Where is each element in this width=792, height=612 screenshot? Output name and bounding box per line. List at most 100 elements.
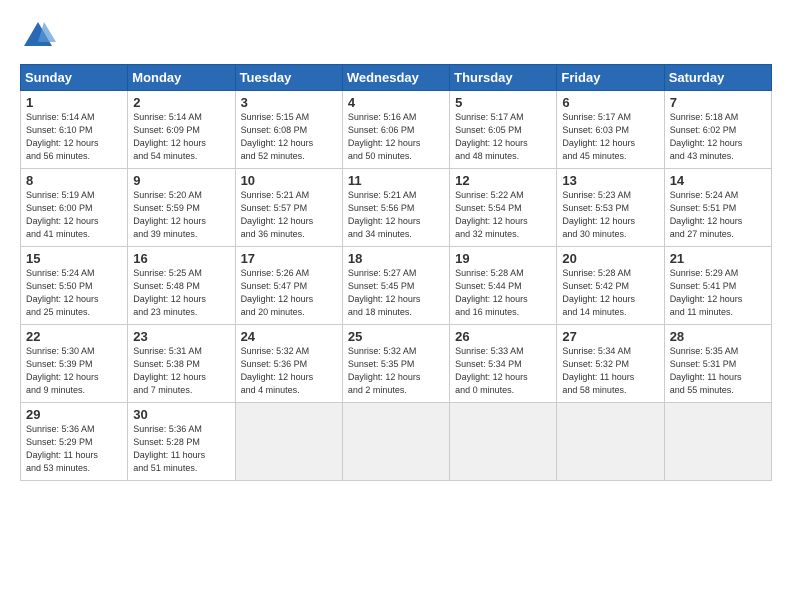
calendar-row: 29Sunrise: 5:36 AM Sunset: 5:29 PM Dayli… <box>21 403 772 481</box>
calendar-cell: 29Sunrise: 5:36 AM Sunset: 5:29 PM Dayli… <box>21 403 128 481</box>
calendar-row: 1Sunrise: 5:14 AM Sunset: 6:10 PM Daylig… <box>21 91 772 169</box>
day-number: 9 <box>133 173 230 188</box>
weekday-friday: Friday <box>557 65 664 91</box>
day-number: 12 <box>455 173 552 188</box>
calendar-cell: 9Sunrise: 5:20 AM Sunset: 5:59 PM Daylig… <box>128 169 235 247</box>
day-info: Sunrise: 5:23 AM Sunset: 5:53 PM Dayligh… <box>562 189 659 241</box>
day-info: Sunrise: 5:26 AM Sunset: 5:47 PM Dayligh… <box>241 267 338 319</box>
day-info: Sunrise: 5:36 AM Sunset: 5:28 PM Dayligh… <box>133 423 230 475</box>
day-info: Sunrise: 5:14 AM Sunset: 6:10 PM Dayligh… <box>26 111 123 163</box>
weekday-thursday: Thursday <box>450 65 557 91</box>
calendar-row: 22Sunrise: 5:30 AM Sunset: 5:39 PM Dayli… <box>21 325 772 403</box>
calendar-cell: 15Sunrise: 5:24 AM Sunset: 5:50 PM Dayli… <box>21 247 128 325</box>
day-info: Sunrise: 5:21 AM Sunset: 5:56 PM Dayligh… <box>348 189 445 241</box>
calendar-row: 15Sunrise: 5:24 AM Sunset: 5:50 PM Dayli… <box>21 247 772 325</box>
day-info: Sunrise: 5:24 AM Sunset: 5:51 PM Dayligh… <box>670 189 767 241</box>
calendar-row: 8Sunrise: 5:19 AM Sunset: 6:00 PM Daylig… <box>21 169 772 247</box>
calendar-cell: 13Sunrise: 5:23 AM Sunset: 5:53 PM Dayli… <box>557 169 664 247</box>
weekday-wednesday: Wednesday <box>342 65 449 91</box>
calendar-cell <box>664 403 771 481</box>
day-info: Sunrise: 5:32 AM Sunset: 5:35 PM Dayligh… <box>348 345 445 397</box>
day-number: 17 <box>241 251 338 266</box>
day-info: Sunrise: 5:24 AM Sunset: 5:50 PM Dayligh… <box>26 267 123 319</box>
day-number: 21 <box>670 251 767 266</box>
calendar-cell: 2Sunrise: 5:14 AM Sunset: 6:09 PM Daylig… <box>128 91 235 169</box>
day-number: 8 <box>26 173 123 188</box>
day-info: Sunrise: 5:14 AM Sunset: 6:09 PM Dayligh… <box>133 111 230 163</box>
day-number: 18 <box>348 251 445 266</box>
day-info: Sunrise: 5:29 AM Sunset: 5:41 PM Dayligh… <box>670 267 767 319</box>
day-number: 29 <box>26 407 123 422</box>
day-number: 30 <box>133 407 230 422</box>
day-info: Sunrise: 5:20 AM Sunset: 5:59 PM Dayligh… <box>133 189 230 241</box>
day-info: Sunrise: 5:27 AM Sunset: 5:45 PM Dayligh… <box>348 267 445 319</box>
weekday-header-row: SundayMondayTuesdayWednesdayThursdayFrid… <box>21 65 772 91</box>
day-info: Sunrise: 5:22 AM Sunset: 5:54 PM Dayligh… <box>455 189 552 241</box>
day-info: Sunrise: 5:31 AM Sunset: 5:38 PM Dayligh… <box>133 345 230 397</box>
day-info: Sunrise: 5:28 AM Sunset: 5:44 PM Dayligh… <box>455 267 552 319</box>
calendar-cell: 12Sunrise: 5:22 AM Sunset: 5:54 PM Dayli… <box>450 169 557 247</box>
day-number: 26 <box>455 329 552 344</box>
calendar-cell: 21Sunrise: 5:29 AM Sunset: 5:41 PM Dayli… <box>664 247 771 325</box>
day-number: 28 <box>670 329 767 344</box>
calendar-cell: 6Sunrise: 5:17 AM Sunset: 6:03 PM Daylig… <box>557 91 664 169</box>
day-number: 2 <box>133 95 230 110</box>
day-info: Sunrise: 5:17 AM Sunset: 6:05 PM Dayligh… <box>455 111 552 163</box>
day-number: 20 <box>562 251 659 266</box>
calendar-cell: 18Sunrise: 5:27 AM Sunset: 5:45 PM Dayli… <box>342 247 449 325</box>
calendar-cell: 24Sunrise: 5:32 AM Sunset: 5:36 PM Dayli… <box>235 325 342 403</box>
day-number: 15 <box>26 251 123 266</box>
day-number: 14 <box>670 173 767 188</box>
day-info: Sunrise: 5:34 AM Sunset: 5:32 PM Dayligh… <box>562 345 659 397</box>
calendar-cell: 25Sunrise: 5:32 AM Sunset: 5:35 PM Dayli… <box>342 325 449 403</box>
calendar-table: SundayMondayTuesdayWednesdayThursdayFrid… <box>20 64 772 481</box>
calendar-cell: 22Sunrise: 5:30 AM Sunset: 5:39 PM Dayli… <box>21 325 128 403</box>
calendar-cell: 27Sunrise: 5:34 AM Sunset: 5:32 PM Dayli… <box>557 325 664 403</box>
day-number: 6 <box>562 95 659 110</box>
calendar-cell: 17Sunrise: 5:26 AM Sunset: 5:47 PM Dayli… <box>235 247 342 325</box>
calendar-cell: 7Sunrise: 5:18 AM Sunset: 6:02 PM Daylig… <box>664 91 771 169</box>
calendar-cell <box>342 403 449 481</box>
day-number: 23 <box>133 329 230 344</box>
day-info: Sunrise: 5:32 AM Sunset: 5:36 PM Dayligh… <box>241 345 338 397</box>
day-number: 10 <box>241 173 338 188</box>
weekday-sunday: Sunday <box>21 65 128 91</box>
day-number: 1 <box>26 95 123 110</box>
logo-icon <box>20 18 56 54</box>
calendar-cell: 1Sunrise: 5:14 AM Sunset: 6:10 PM Daylig… <box>21 91 128 169</box>
day-info: Sunrise: 5:28 AM Sunset: 5:42 PM Dayligh… <box>562 267 659 319</box>
day-number: 7 <box>670 95 767 110</box>
day-info: Sunrise: 5:36 AM Sunset: 5:29 PM Dayligh… <box>26 423 123 475</box>
day-number: 25 <box>348 329 445 344</box>
day-number: 3 <box>241 95 338 110</box>
day-info: Sunrise: 5:33 AM Sunset: 5:34 PM Dayligh… <box>455 345 552 397</box>
calendar-cell: 3Sunrise: 5:15 AM Sunset: 6:08 PM Daylig… <box>235 91 342 169</box>
day-number: 4 <box>348 95 445 110</box>
calendar-cell: 20Sunrise: 5:28 AM Sunset: 5:42 PM Dayli… <box>557 247 664 325</box>
day-number: 24 <box>241 329 338 344</box>
day-number: 22 <box>26 329 123 344</box>
calendar-cell: 23Sunrise: 5:31 AM Sunset: 5:38 PM Dayli… <box>128 325 235 403</box>
day-info: Sunrise: 5:19 AM Sunset: 6:00 PM Dayligh… <box>26 189 123 241</box>
day-number: 19 <box>455 251 552 266</box>
day-info: Sunrise: 5:16 AM Sunset: 6:06 PM Dayligh… <box>348 111 445 163</box>
calendar-cell: 14Sunrise: 5:24 AM Sunset: 5:51 PM Dayli… <box>664 169 771 247</box>
calendar-cell <box>557 403 664 481</box>
calendar-cell <box>235 403 342 481</box>
calendar-cell: 11Sunrise: 5:21 AM Sunset: 5:56 PM Dayli… <box>342 169 449 247</box>
weekday-monday: Monday <box>128 65 235 91</box>
day-number: 5 <box>455 95 552 110</box>
calendar-cell: 26Sunrise: 5:33 AM Sunset: 5:34 PM Dayli… <box>450 325 557 403</box>
calendar-cell <box>450 403 557 481</box>
day-info: Sunrise: 5:18 AM Sunset: 6:02 PM Dayligh… <box>670 111 767 163</box>
day-info: Sunrise: 5:15 AM Sunset: 6:08 PM Dayligh… <box>241 111 338 163</box>
calendar-cell: 5Sunrise: 5:17 AM Sunset: 6:05 PM Daylig… <box>450 91 557 169</box>
header <box>20 18 772 54</box>
calendar-cell: 16Sunrise: 5:25 AM Sunset: 5:48 PM Dayli… <box>128 247 235 325</box>
calendar-cell: 30Sunrise: 5:36 AM Sunset: 5:28 PM Dayli… <box>128 403 235 481</box>
weekday-tuesday: Tuesday <box>235 65 342 91</box>
calendar-cell: 8Sunrise: 5:19 AM Sunset: 6:00 PM Daylig… <box>21 169 128 247</box>
day-info: Sunrise: 5:25 AM Sunset: 5:48 PM Dayligh… <box>133 267 230 319</box>
calendar-cell: 10Sunrise: 5:21 AM Sunset: 5:57 PM Dayli… <box>235 169 342 247</box>
weekday-saturday: Saturday <box>664 65 771 91</box>
